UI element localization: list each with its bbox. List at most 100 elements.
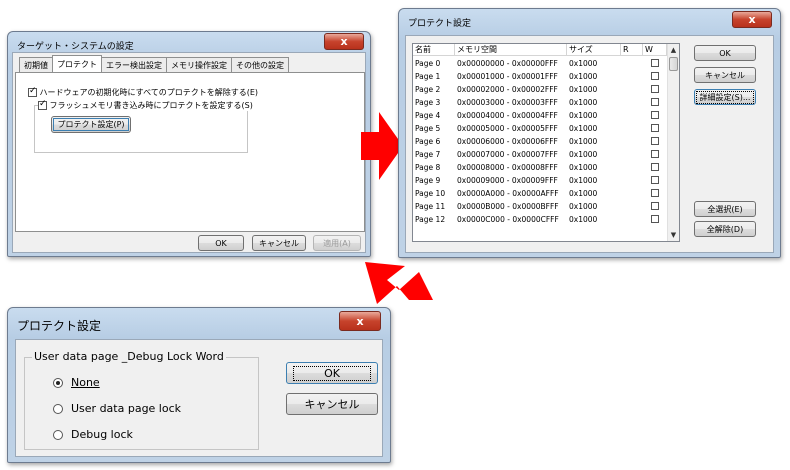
- size-cell: 0x1000: [569, 176, 598, 185]
- tab-protect[interactable]: プロテクト: [52, 55, 102, 72]
- table-row[interactable]: Page 0 0x00000000 - 0x00000FFF 0x1000: [413, 57, 667, 70]
- close-icon: x: [748, 13, 756, 26]
- vertical-scrollbar[interactable]: ▲ ▼: [667, 44, 679, 241]
- radio-debug-lock[interactable]: [53, 430, 63, 440]
- tab-strip: 初期値 プロテクト エラー検出設定 メモリ操作設定 その他の設定: [19, 55, 289, 72]
- ok-button[interactable]: OK: [198, 235, 244, 251]
- write-protect-checkbox[interactable]: [651, 59, 659, 67]
- write-protect-checkbox[interactable]: [651, 98, 659, 106]
- column-header-memory-space[interactable]: メモリ空間: [455, 44, 567, 56]
- write-protect-checkbox[interactable]: [651, 202, 659, 210]
- table-row[interactable]: Page 11 0x0000B000 - 0x0000BFFF 0x1000: [413, 200, 667, 213]
- radio-debug-lock-label[interactable]: Debug lock: [71, 428, 133, 441]
- title-bar[interactable]: プロテクト設定 x: [8, 308, 390, 334]
- name-cell: Page 11: [415, 202, 446, 211]
- memory-space-cell: 0x00007000 - 0x00007FFF: [457, 150, 558, 159]
- radio-user-data-page-lock[interactable]: [53, 404, 63, 414]
- table-row[interactable]: Page 3 0x00003000 - 0x00003FFF 0x1000: [413, 96, 667, 109]
- ok-button[interactable]: OK: [694, 45, 756, 61]
- scroll-up-icon[interactable]: ▲: [668, 44, 679, 56]
- radio-none-label[interactable]: None: [71, 376, 100, 389]
- table-row[interactable]: Page 8 0x00008000 - 0x00008FFF 0x1000: [413, 161, 667, 174]
- apply-button[interactable]: 適用(A): [313, 235, 361, 251]
- protect-on-flash-option[interactable]: フラッシュメモリ書き込み時にプロテクトを設定する(S): [38, 99, 256, 111]
- memory-space-cell: 0x00001000 - 0x00001FFF: [457, 72, 558, 81]
- name-cell: Page 2: [415, 85, 441, 94]
- table-row[interactable]: Page 12 0x0000C000 - 0x0000CFFF 0x1000: [413, 213, 667, 226]
- protect-on-flash-checkbox[interactable]: [38, 99, 47, 110]
- radio-none[interactable]: [53, 378, 63, 388]
- write-protect-checkbox[interactable]: [651, 163, 659, 171]
- cancel-button[interactable]: キャンセル: [286, 393, 378, 415]
- table-row[interactable]: Page 2 0x00002000 - 0x00002FFF 0x1000: [413, 83, 667, 96]
- size-cell: 0x1000: [569, 85, 598, 94]
- write-protect-checkbox[interactable]: [651, 176, 659, 184]
- column-header-size[interactable]: サイズ: [567, 44, 621, 56]
- size-cell: 0x1000: [569, 150, 598, 159]
- name-cell: Page 8: [415, 163, 441, 172]
- close-icon: x: [356, 314, 364, 328]
- close-button[interactable]: x: [732, 11, 772, 28]
- detail-settings-button[interactable]: 詳細設定(S)...: [694, 89, 756, 105]
- memory-space-cell: 0x00008000 - 0x00008FFF: [457, 163, 558, 172]
- name-cell: Page 12: [415, 215, 446, 224]
- unlock-on-init-checkbox[interactable]: [28, 86, 37, 97]
- write-protect-checkbox[interactable]: [651, 72, 659, 80]
- title-bar[interactable]: プロテクト設定 x: [399, 9, 780, 35]
- list-header: 名前 メモリ空間 サイズ R W: [413, 44, 667, 56]
- name-cell: Page 6: [415, 137, 441, 146]
- size-cell: 0x1000: [569, 98, 598, 107]
- table-row[interactable]: Page 1 0x00001000 - 0x00001FFF 0x1000: [413, 70, 667, 83]
- tab-initial-values[interactable]: 初期値: [19, 57, 53, 72]
- memory-space-cell: 0x00002000 - 0x00002FFF: [457, 85, 558, 94]
- deselect-all-label: 全解除(D): [706, 224, 744, 234]
- table-row[interactable]: Page 10 0x0000A000 - 0x0000AFFF 0x1000: [413, 187, 667, 200]
- tab-other-settings[interactable]: その他の設定: [231, 57, 289, 72]
- radio-user-data-page-lock-label[interactable]: User data page lock: [71, 402, 181, 415]
- ok-label: OK: [215, 238, 227, 248]
- protect-list-window: プロテクト設定 x 名前 メモリ空間 サイズ R W Page 0 0x00000…: [398, 8, 781, 258]
- ok-label: OK: [293, 365, 371, 381]
- memory-space-cell: 0x00005000 - 0x00005FFF: [457, 124, 558, 133]
- protect-page-list[interactable]: 名前 メモリ空間 サイズ R W Page 0 0x00000000 - 0x00…: [412, 43, 680, 242]
- column-header-name[interactable]: 名前: [413, 44, 455, 56]
- column-header-r[interactable]: R: [621, 44, 643, 56]
- target-system-window: ターゲット・システムの設定 x 初期値 プロテクト エラー検出設定 メモリ操作設…: [7, 31, 371, 257]
- name-cell: Page 3: [415, 98, 441, 107]
- unlock-on-init-option[interactable]: ハードウェアの初期化時にすべてのプロテクトを解除する(E): [28, 86, 258, 98]
- select-all-button[interactable]: 全選択(E): [694, 201, 756, 217]
- size-cell: 0x1000: [569, 124, 598, 133]
- window-title: プロテクト設定: [17, 319, 102, 333]
- cancel-button[interactable]: キャンセル: [694, 67, 756, 83]
- scroll-down-icon[interactable]: ▼: [668, 229, 679, 241]
- name-cell: Page 9: [415, 176, 441, 185]
- table-row[interactable]: Page 5 0x00005000 - 0x00005FFF 0x1000: [413, 122, 667, 135]
- memory-space-cell: 0x0000C000 - 0x0000CFFF: [457, 215, 559, 224]
- tab-memory-operation[interactable]: メモリ操作設定: [166, 57, 232, 72]
- deselect-all-button[interactable]: 全解除(D): [694, 221, 756, 237]
- cancel-button[interactable]: キャンセル: [252, 235, 306, 251]
- write-protect-checkbox[interactable]: [651, 215, 659, 223]
- window-title: ターゲット・システムの設定: [17, 42, 134, 52]
- memory-space-cell: 0x00006000 - 0x00006FFF: [457, 137, 558, 146]
- window-client-area: User data page _Debug Lock Word None Use…: [15, 339, 383, 457]
- close-icon: x: [340, 35, 348, 48]
- close-button[interactable]: x: [339, 311, 381, 331]
- column-header-w[interactable]: W: [643, 44, 667, 56]
- table-row[interactable]: Page 7 0x00007000 - 0x00007FFF 0x1000: [413, 148, 667, 161]
- table-row[interactable]: Page 4 0x00004000 - 0x00004FFF 0x1000: [413, 109, 667, 122]
- write-protect-checkbox[interactable]: [651, 85, 659, 93]
- close-button[interactable]: x: [324, 33, 364, 50]
- table-row[interactable]: Page 9 0x00009000 - 0x00009FFF 0x1000: [413, 174, 667, 187]
- tab-error-detection[interactable]: エラー検出設定: [101, 57, 167, 72]
- group-title: User data page _Debug Lock Word: [32, 350, 226, 363]
- scroll-thumb[interactable]: [669, 57, 678, 71]
- write-protect-checkbox[interactable]: [651, 150, 659, 158]
- table-row[interactable]: Page 6 0x00006000 - 0x00006FFF 0x1000: [413, 135, 667, 148]
- protect-settings-button[interactable]: プロテクト設定(P): [51, 116, 131, 133]
- write-protect-checkbox[interactable]: [651, 137, 659, 145]
- write-protect-checkbox[interactable]: [651, 189, 659, 197]
- ok-button[interactable]: OK: [286, 362, 378, 384]
- write-protect-checkbox[interactable]: [651, 111, 659, 119]
- write-protect-checkbox[interactable]: [651, 124, 659, 132]
